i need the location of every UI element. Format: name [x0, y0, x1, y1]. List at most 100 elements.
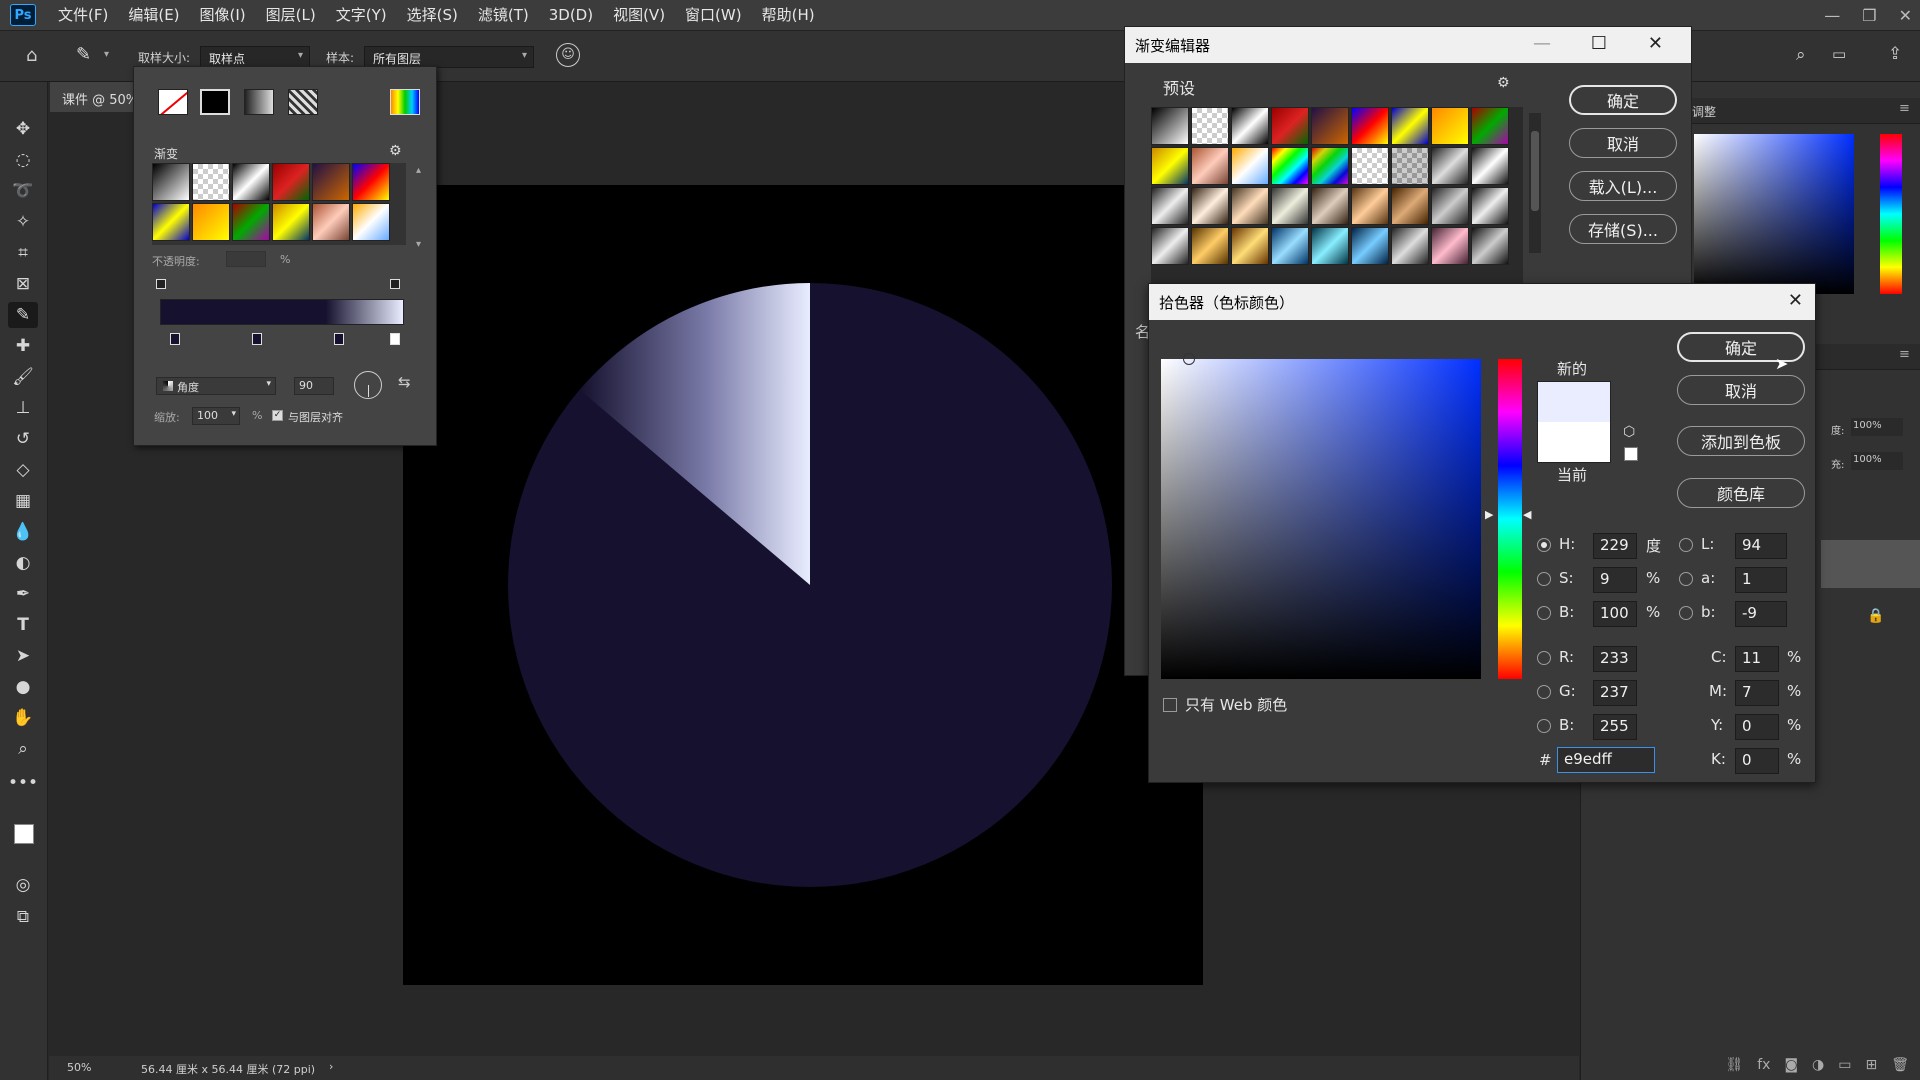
- menu-image[interactable]: 图像(I): [190, 0, 256, 30]
- current-color-swatch[interactable]: [1537, 422, 1611, 463]
- fx-icon[interactable]: fx: [1757, 1057, 1770, 1073]
- gradient-load-button[interactable]: 载入(L)...: [1569, 171, 1677, 201]
- radio-saturation[interactable]: [1537, 572, 1551, 586]
- eraser-tool-icon[interactable]: ◇: [8, 457, 38, 483]
- blur-tool-icon[interactable]: 💧: [8, 519, 38, 545]
- web-safe-swatch[interactable]: [1624, 447, 1638, 461]
- layer-fill-value[interactable]: 100%: [1851, 452, 1903, 470]
- minimize-icon[interactable]: —: [1824, 6, 1840, 25]
- opacity-input[interactable]: [226, 251, 266, 267]
- preset-swatch[interactable]: [1311, 227, 1349, 265]
- sample-select[interactable]: 所有图层 ▾: [364, 46, 534, 68]
- pen-tool-icon[interactable]: ✒: [8, 581, 38, 607]
- saturation-input[interactable]: 9: [1593, 567, 1637, 593]
- ellipse-tool-icon[interactable]: ●: [8, 674, 38, 700]
- lab-a-input[interactable]: 1: [1735, 567, 1787, 593]
- menu-layer[interactable]: 图层(L): [256, 0, 326, 30]
- panel-menu-icon[interactable]: ≡: [1899, 101, 1910, 116]
- color-picker-swatch-icon[interactable]: [390, 89, 420, 115]
- preset-swatch[interactable]: [1431, 147, 1469, 185]
- document-tab[interactable]: 课件 @ 50%: [50, 82, 135, 112]
- reverse-icon[interactable]: ⇆: [398, 373, 411, 391]
- preset-swatch[interactable]: [312, 203, 350, 241]
- preset-swatch[interactable]: [1431, 187, 1469, 225]
- marquee-tool-icon[interactable]: ◌: [8, 147, 38, 173]
- preset-swatch[interactable]: [1231, 147, 1269, 185]
- maximize-icon[interactable]: ☐: [1591, 33, 1607, 54]
- quick-select-tool-icon[interactable]: ✧: [8, 209, 38, 235]
- preset-swatch[interactable]: [1271, 147, 1309, 185]
- eyedropper-icon[interactable]: ✎: [76, 44, 91, 65]
- zoom-tool-icon[interactable]: ⌕: [8, 736, 38, 762]
- panel-menu-icon[interactable]: ≡: [1899, 347, 1910, 362]
- gradient-tool-icon[interactable]: ▦: [8, 488, 38, 514]
- angle-input[interactable]: 90: [294, 377, 334, 395]
- screen-mode-icon[interactable]: ⧉: [8, 904, 38, 930]
- gear-icon[interactable]: ⚙: [1497, 75, 1510, 91]
- preset-swatch[interactable]: [1271, 107, 1309, 145]
- preset-swatch[interactable]: [1351, 187, 1389, 225]
- preset-swatch[interactable]: [1391, 187, 1429, 225]
- color-stop[interactable]: [334, 333, 344, 345]
- gradient-style-select[interactable]: 角度 ▾: [156, 377, 276, 395]
- preset-swatch[interactable]: [1271, 227, 1309, 265]
- quick-mask-icon[interactable]: ◎: [8, 872, 38, 898]
- lab-b-input[interactable]: -9: [1735, 601, 1787, 627]
- preset-swatch[interactable]: [1311, 107, 1349, 145]
- opacity-stop-right[interactable]: [390, 279, 400, 289]
- hand-tool-icon[interactable]: ✋: [8, 705, 38, 731]
- cube-icon[interactable]: ⬡: [1623, 424, 1635, 440]
- radio-hue[interactable]: [1537, 538, 1551, 552]
- close-icon[interactable]: ✕: [1899, 6, 1912, 25]
- radio-lab-l[interactable]: [1679, 538, 1693, 552]
- link-icon[interactable]: ⛓: [1725, 1057, 1743, 1073]
- menu-select[interactable]: 选择(S): [397, 0, 468, 30]
- preset-swatch[interactable]: [1311, 147, 1349, 185]
- radio-blue[interactable]: [1537, 719, 1551, 733]
- preset-swatch[interactable]: [312, 163, 350, 201]
- gradient-ok-button[interactable]: 确定: [1569, 85, 1677, 115]
- hue-slider-arrow-left[interactable]: ▶: [1485, 508, 1493, 521]
- gradient-preview-bar[interactable]: [160, 299, 404, 325]
- preset-swatch[interactable]: [1231, 227, 1269, 265]
- preset-swatch[interactable]: [1151, 187, 1189, 225]
- preset-swatch[interactable]: [1191, 227, 1229, 265]
- canvas[interactable]: [403, 185, 1203, 985]
- menu-filter[interactable]: 滤镜(T): [468, 0, 539, 30]
- preset-swatch[interactable]: [1431, 107, 1469, 145]
- close-icon[interactable]: ✕: [1788, 290, 1803, 311]
- preset-swatch[interactable]: [1351, 107, 1389, 145]
- smiley-icon[interactable]: ☺: [556, 43, 580, 67]
- menu-window[interactable]: 窗口(W): [675, 0, 752, 30]
- preset-swatch[interactable]: [152, 163, 190, 201]
- color-stop-selected[interactable]: [390, 333, 400, 345]
- history-brush-tool-icon[interactable]: ↺: [8, 426, 38, 452]
- preset-swatch[interactable]: [1471, 187, 1509, 225]
- brightness-input[interactable]: 100: [1593, 601, 1637, 627]
- menu-type[interactable]: 文字(Y): [326, 0, 397, 30]
- solid-swatch-icon[interactable]: [200, 89, 230, 115]
- preset-swatch[interactable]: [152, 203, 190, 241]
- menu-3d[interactable]: 3D(D): [539, 0, 603, 30]
- sample-size-select[interactable]: 取样点 ▾: [200, 46, 310, 68]
- menu-edit[interactable]: 编辑(E): [118, 0, 189, 30]
- web-only-checkbox[interactable]: [1163, 698, 1177, 712]
- preset-swatch[interactable]: [192, 163, 230, 201]
- search-icon[interactable]: ⌕: [1796, 45, 1806, 65]
- brush-tool-icon[interactable]: 🖌: [8, 364, 38, 390]
- chevron-down-icon[interactable]: ▾: [104, 49, 109, 60]
- frame-tool-icon[interactable]: ⊠: [8, 271, 38, 297]
- color-libraries-button[interactable]: 颜色库: [1677, 478, 1805, 508]
- preset-swatch[interactable]: [272, 163, 310, 201]
- saturation-brightness-field[interactable]: [1161, 353, 1481, 679]
- opacity-stop-left[interactable]: [156, 279, 166, 289]
- radio-brightness[interactable]: [1537, 606, 1551, 620]
- folder-icon[interactable]: ▭: [1838, 1057, 1851, 1073]
- no-gradient-icon[interactable]: [158, 89, 188, 115]
- type-tool-icon[interactable]: T: [8, 612, 38, 638]
- color-selector-circle[interactable]: [1183, 353, 1195, 365]
- more-tools-icon[interactable]: •••: [8, 770, 38, 796]
- preset-swatch[interactable]: [1351, 227, 1389, 265]
- scroll-up-icon[interactable]: ▴: [416, 165, 421, 176]
- color-panel-hue-bar[interactable]: [1880, 134, 1902, 294]
